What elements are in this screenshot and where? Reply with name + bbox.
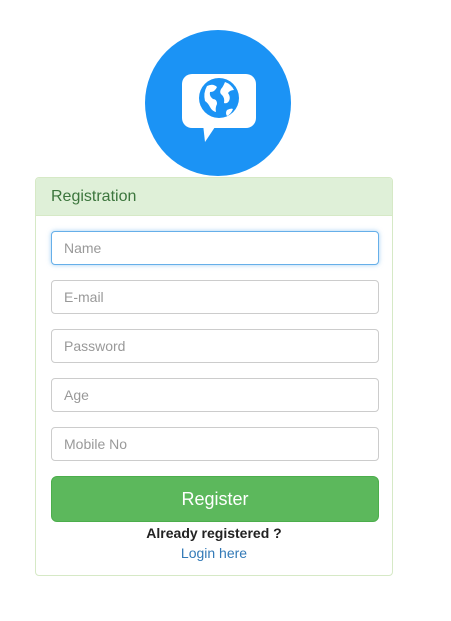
already-registered-text: Already registered ?	[146, 525, 282, 541]
email-input[interactable]	[51, 280, 379, 314]
register-button[interactable]: Register	[51, 476, 379, 522]
mobile-input[interactable]	[51, 427, 379, 461]
app-logo	[145, 30, 291, 176]
age-input[interactable]	[51, 378, 379, 412]
login-link[interactable]: Login here	[36, 545, 392, 561]
panel-title: Registration	[36, 178, 392, 216]
name-input[interactable]	[51, 231, 379, 265]
chat-globe-icon	[182, 74, 256, 142]
registration-panel: Registration Register Already registered…	[35, 177, 393, 576]
password-input[interactable]	[51, 329, 379, 363]
